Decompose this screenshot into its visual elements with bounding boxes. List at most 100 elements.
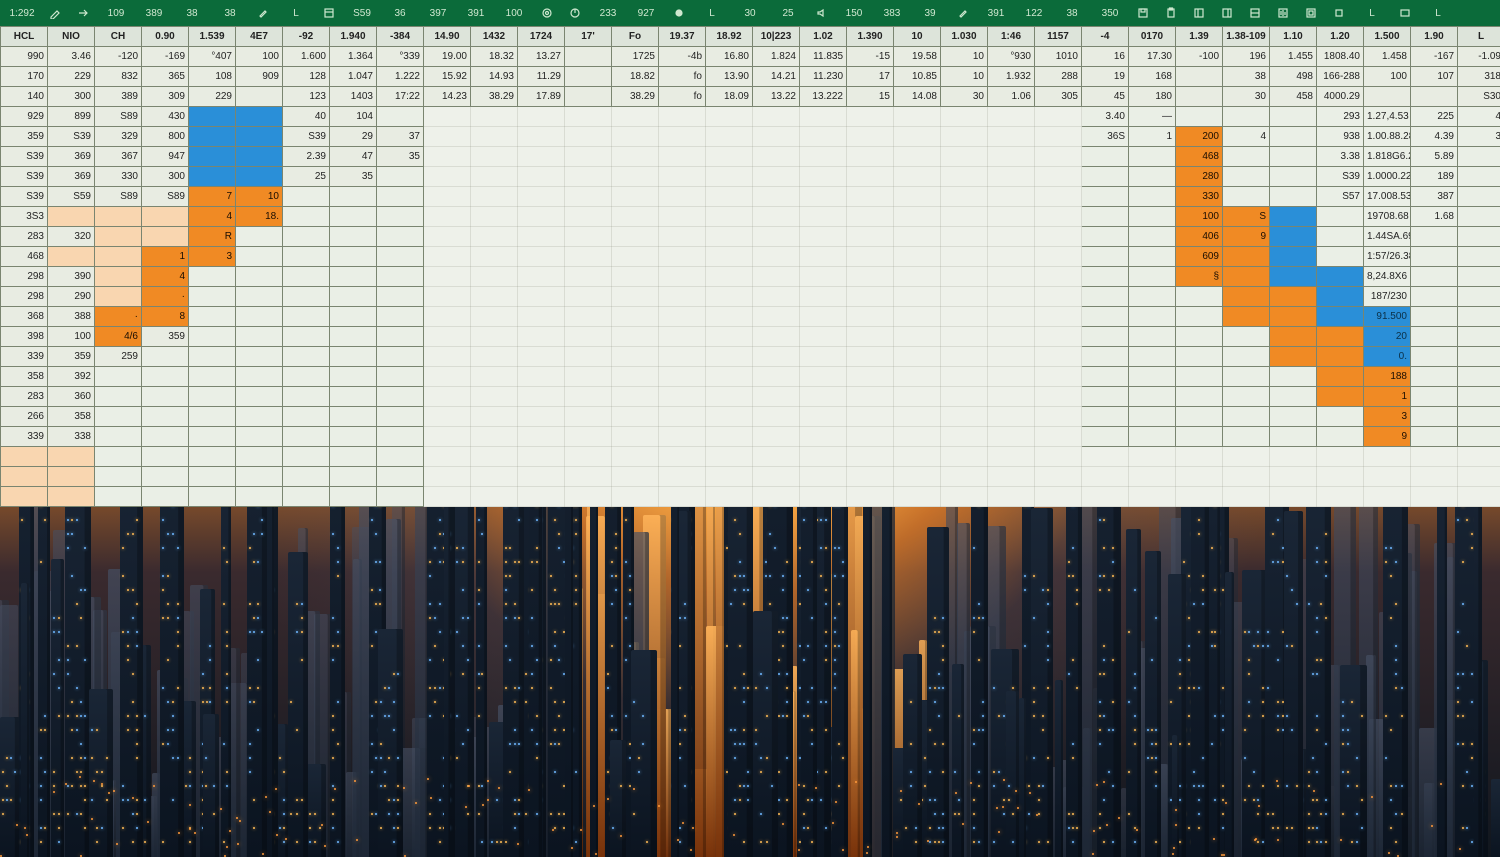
cell[interactable] (941, 347, 988, 367)
cell[interactable] (1035, 427, 1082, 447)
cell[interactable] (1458, 467, 1500, 487)
cell[interactable]: 609 (1176, 247, 1223, 267)
cell[interactable] (518, 247, 565, 267)
cell[interactable] (988, 387, 1035, 407)
cell[interactable] (1035, 147, 1082, 167)
cell[interactable]: 35 (377, 147, 424, 167)
cell[interactable] (753, 287, 800, 307)
cell[interactable] (847, 427, 894, 447)
cell[interactable] (659, 347, 706, 367)
cell[interactable]: 1432 (471, 27, 518, 47)
cell[interactable] (518, 107, 565, 127)
cell[interactable] (1364, 467, 1411, 487)
cell[interactable] (1082, 467, 1129, 487)
cell[interactable]: 9 (1223, 227, 1270, 247)
cell[interactable] (1176, 287, 1223, 307)
cell[interactable] (565, 127, 612, 147)
cell[interactable] (988, 307, 1035, 327)
cell[interactable]: 100 (1176, 207, 1223, 227)
cell[interactable] (565, 227, 612, 247)
cell[interactable] (1411, 87, 1458, 107)
cell[interactable]: 389 (95, 87, 142, 107)
cell[interactable]: 1.38-109 (1223, 27, 1270, 47)
cell[interactable] (330, 467, 377, 487)
cell[interactable] (659, 427, 706, 447)
cell[interactable]: 430 (142, 107, 189, 127)
cell[interactable] (847, 407, 894, 427)
cell[interactable] (800, 447, 847, 467)
cell[interactable] (377, 367, 424, 387)
cell[interactable] (847, 447, 894, 467)
cell[interactable] (894, 107, 941, 127)
cell[interactable] (1270, 407, 1317, 427)
cell[interactable] (1270, 467, 1317, 487)
cell[interactable] (800, 347, 847, 367)
cell[interactable] (1270, 147, 1317, 167)
cell[interactable] (612, 387, 659, 407)
cell[interactable]: 13.222 (800, 87, 847, 107)
save-icon[interactable] (1130, 2, 1156, 24)
cell[interactable] (1270, 487, 1317, 507)
cell[interactable] (659, 367, 706, 387)
cell[interactable]: 3.38 (1317, 147, 1364, 167)
cell[interactable]: 339 (1, 427, 48, 447)
cell[interactable]: 100 (236, 47, 283, 67)
toolbar-label[interactable]: 397 (420, 2, 456, 24)
cell[interactable]: 29 (330, 127, 377, 147)
cell[interactable] (424, 227, 471, 247)
cell[interactable] (612, 187, 659, 207)
cell[interactable]: 17 (847, 67, 894, 87)
cell[interactable] (1458, 147, 1500, 167)
cell[interactable] (1129, 327, 1176, 347)
cell[interactable] (1082, 367, 1129, 387)
cell[interactable]: 200 (1176, 127, 1223, 147)
cell[interactable] (95, 227, 142, 247)
cell[interactable]: L (1458, 27, 1500, 47)
cell[interactable] (753, 367, 800, 387)
cell[interactable]: 17.008.53 (1364, 187, 1411, 207)
cell[interactable]: 4000.29 (1317, 87, 1364, 107)
cell[interactable] (471, 167, 518, 187)
cell[interactable]: 320 (48, 227, 95, 247)
cell[interactable] (1176, 427, 1223, 447)
cell[interactable] (471, 187, 518, 207)
cell[interactable] (1035, 287, 1082, 307)
cell[interactable] (1458, 247, 1500, 267)
cell[interactable] (1223, 427, 1270, 447)
cell[interactable]: 1.932 (988, 67, 1035, 87)
cell[interactable]: 13.22 (753, 87, 800, 107)
cell[interactable]: 800 (142, 127, 189, 147)
edit-icon[interactable] (42, 2, 68, 24)
cell[interactable] (1270, 387, 1317, 407)
cell[interactable] (753, 147, 800, 167)
cell[interactable] (95, 287, 142, 307)
cell[interactable]: 1.030 (941, 27, 988, 47)
cell[interactable] (518, 327, 565, 347)
cell[interactable] (988, 447, 1035, 467)
cell[interactable] (1082, 267, 1129, 287)
cell[interactable]: 4E7 (236, 27, 283, 47)
cell[interactable] (330, 367, 377, 387)
panel5-icon[interactable] (1298, 2, 1324, 24)
cell[interactable] (283, 187, 330, 207)
cell[interactable]: 359 (48, 347, 95, 367)
cell[interactable] (1270, 427, 1317, 447)
cell[interactable] (1082, 487, 1129, 507)
cell[interactable] (1129, 487, 1176, 507)
cell[interactable] (659, 307, 706, 327)
cell[interactable] (1082, 207, 1129, 227)
cell[interactable] (142, 387, 189, 407)
cell[interactable]: 1.458 (1364, 47, 1411, 67)
cell[interactable] (471, 247, 518, 267)
cell[interactable]: °407 (189, 47, 236, 67)
cell[interactable] (424, 347, 471, 367)
cell[interactable] (612, 467, 659, 487)
cell[interactable] (800, 127, 847, 147)
cell[interactable] (424, 307, 471, 327)
cell[interactable] (236, 307, 283, 327)
cell[interactable] (941, 267, 988, 287)
cell[interactable] (565, 287, 612, 307)
cell[interactable] (236, 327, 283, 347)
cell[interactable] (1270, 447, 1317, 467)
cell[interactable] (471, 427, 518, 447)
